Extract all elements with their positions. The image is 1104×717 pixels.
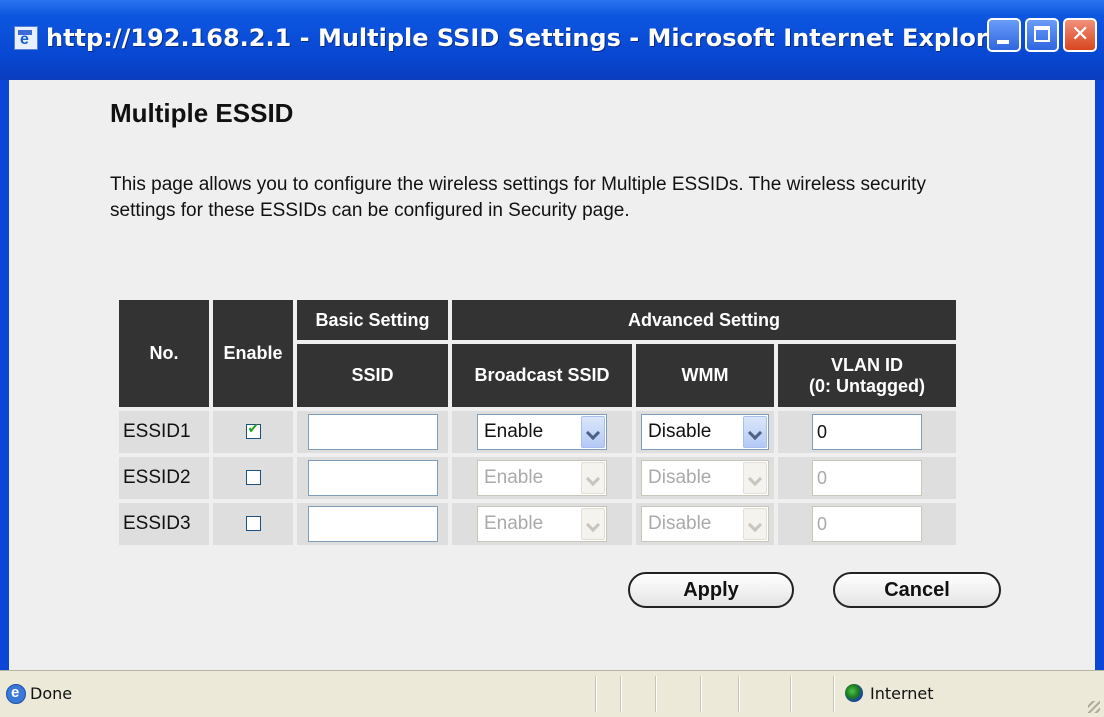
status-divider xyxy=(620,676,622,712)
chevron-down-icon xyxy=(743,462,767,494)
row-label: ESSID3 xyxy=(119,503,209,545)
apply-button[interactable]: Apply xyxy=(628,572,794,608)
wmm-select: Disable xyxy=(641,460,769,496)
header-ssid: SSID xyxy=(297,344,448,407)
window-title: http://192.168.2.1 - Multiple SSID Setti… xyxy=(46,24,1016,52)
header-vlan-id-line1: VLAN ID xyxy=(831,354,903,375)
chevron-down-icon[interactable] xyxy=(581,416,605,448)
header-vlan-id-line2: (0: Untagged) xyxy=(809,375,925,396)
wmm-value: Disable xyxy=(648,513,712,534)
cancel-button[interactable]: Cancel xyxy=(833,572,1001,608)
table-row-essid3: ESSID3 Enable Disable 0 xyxy=(119,503,956,545)
minimize-button[interactable] xyxy=(987,18,1021,52)
header-wmm: WMM xyxy=(636,344,774,407)
ie-page-icon xyxy=(14,26,38,50)
close-button[interactable] xyxy=(1063,18,1097,52)
vlan-id-input: 0 xyxy=(812,460,922,496)
broadcast-ssid-value: Enable xyxy=(484,513,544,534)
page-description: This page allows you to configure the wi… xyxy=(110,174,926,221)
table-row-essid1: ESSID1 Enable Disable 0 xyxy=(119,411,956,453)
vlan-id-input: 0 xyxy=(812,506,922,542)
status-bar: Done Internet xyxy=(0,670,1104,717)
chevron-down-icon[interactable] xyxy=(743,416,767,448)
status-text: Done xyxy=(30,684,73,703)
row-label: ESSID1 xyxy=(119,411,209,453)
ssid-input[interactable] xyxy=(307,414,438,450)
ssid-input[interactable] xyxy=(307,460,438,496)
vlan-id-input[interactable]: 0 xyxy=(812,414,922,450)
header-advanced-setting: Advanced Setting xyxy=(452,300,956,340)
table-row-essid2: ESSID2 Enable Disable 0 xyxy=(119,457,956,499)
status-divider xyxy=(595,676,597,712)
status-divider xyxy=(833,676,835,712)
broadcast-ssid-select: Enable xyxy=(477,460,607,496)
broadcast-ssid-select[interactable]: Enable xyxy=(477,414,607,450)
maximize-button[interactable] xyxy=(1025,18,1059,52)
ie-page-icon xyxy=(6,684,26,704)
resize-grip-icon[interactable] xyxy=(1088,701,1100,713)
essid-table: No. Enable Basic Setting Advanced Settin… xyxy=(115,296,960,549)
enable-checkbox[interactable] xyxy=(245,470,261,486)
page-title: Multiple ESSID xyxy=(110,98,294,128)
header-broadcast-ssid: Broadcast SSID xyxy=(452,344,632,407)
security-zone: Internet xyxy=(870,684,934,703)
row-label: ESSID2 xyxy=(119,457,209,499)
browser-window: http://192.168.2.1 - Multiple SSID Setti… xyxy=(0,0,1104,717)
wmm-select[interactable]: Disable xyxy=(641,414,769,450)
broadcast-ssid-value: Enable xyxy=(484,467,544,488)
globe-icon xyxy=(845,684,863,702)
enable-checkbox[interactable] xyxy=(245,516,261,532)
title-bar[interactable]: http://192.168.2.1 - Multiple SSID Setti… xyxy=(0,0,1104,80)
ssid-input[interactable] xyxy=(307,506,438,542)
chevron-down-icon xyxy=(581,508,605,540)
wmm-value: Disable xyxy=(648,467,712,488)
header-basic-setting: Basic Setting xyxy=(297,300,448,340)
header-enable: Enable xyxy=(213,300,293,407)
chevron-down-icon xyxy=(743,508,767,540)
status-divider xyxy=(655,676,657,712)
status-divider xyxy=(738,676,740,712)
broadcast-ssid-select: Enable xyxy=(477,506,607,542)
chevron-down-icon xyxy=(581,462,605,494)
wmm-value: Disable xyxy=(648,421,712,442)
header-vlan-id: VLAN ID (0: Untagged) xyxy=(778,344,956,407)
broadcast-ssid-value: Enable xyxy=(484,421,544,442)
enable-checkbox[interactable] xyxy=(245,421,261,440)
header-no: No. xyxy=(119,300,209,407)
wmm-select: Disable xyxy=(641,506,769,542)
status-divider xyxy=(790,676,792,712)
status-divider xyxy=(700,676,702,712)
